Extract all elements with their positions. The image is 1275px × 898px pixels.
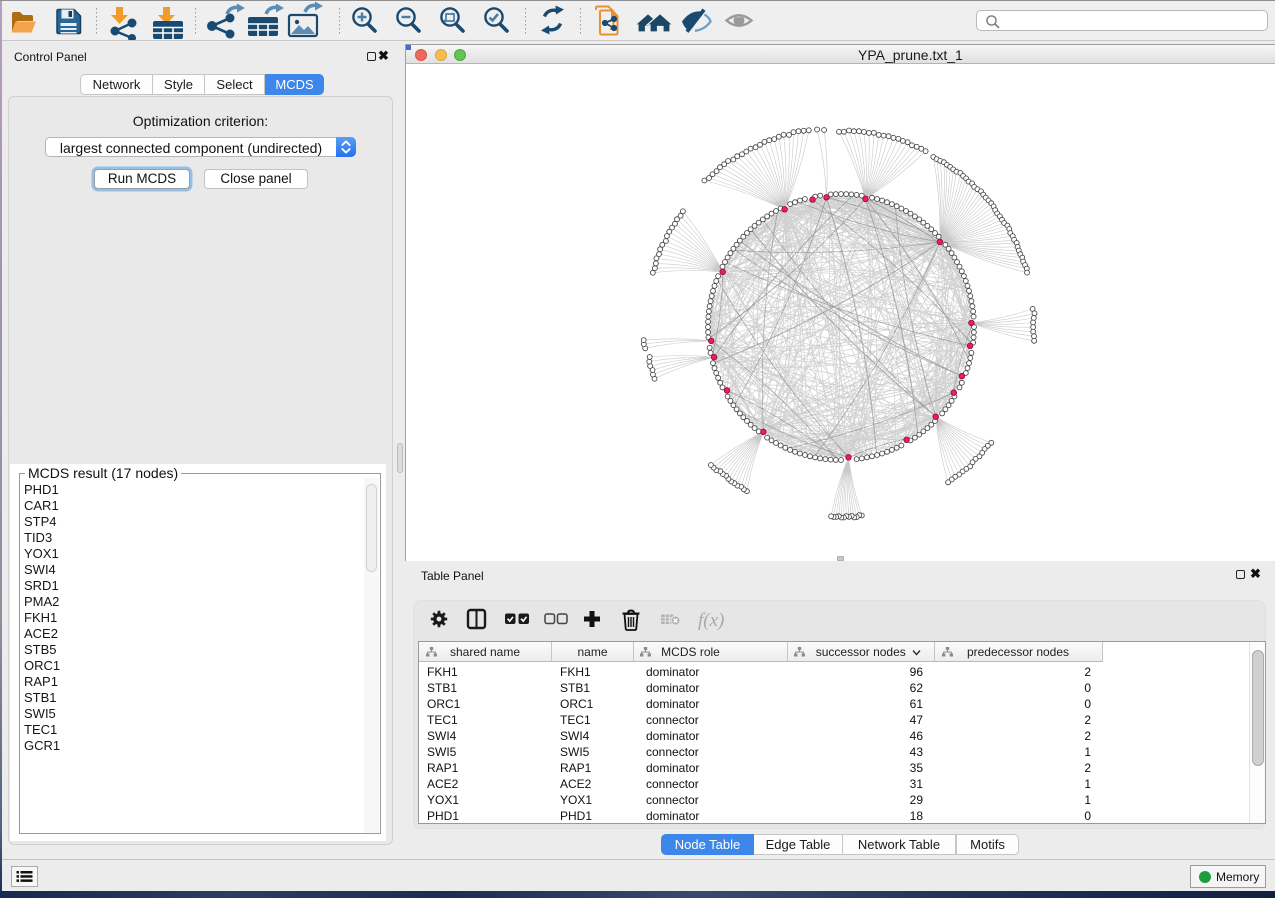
svg-text:f(x): f(x) <box>698 610 724 631</box>
